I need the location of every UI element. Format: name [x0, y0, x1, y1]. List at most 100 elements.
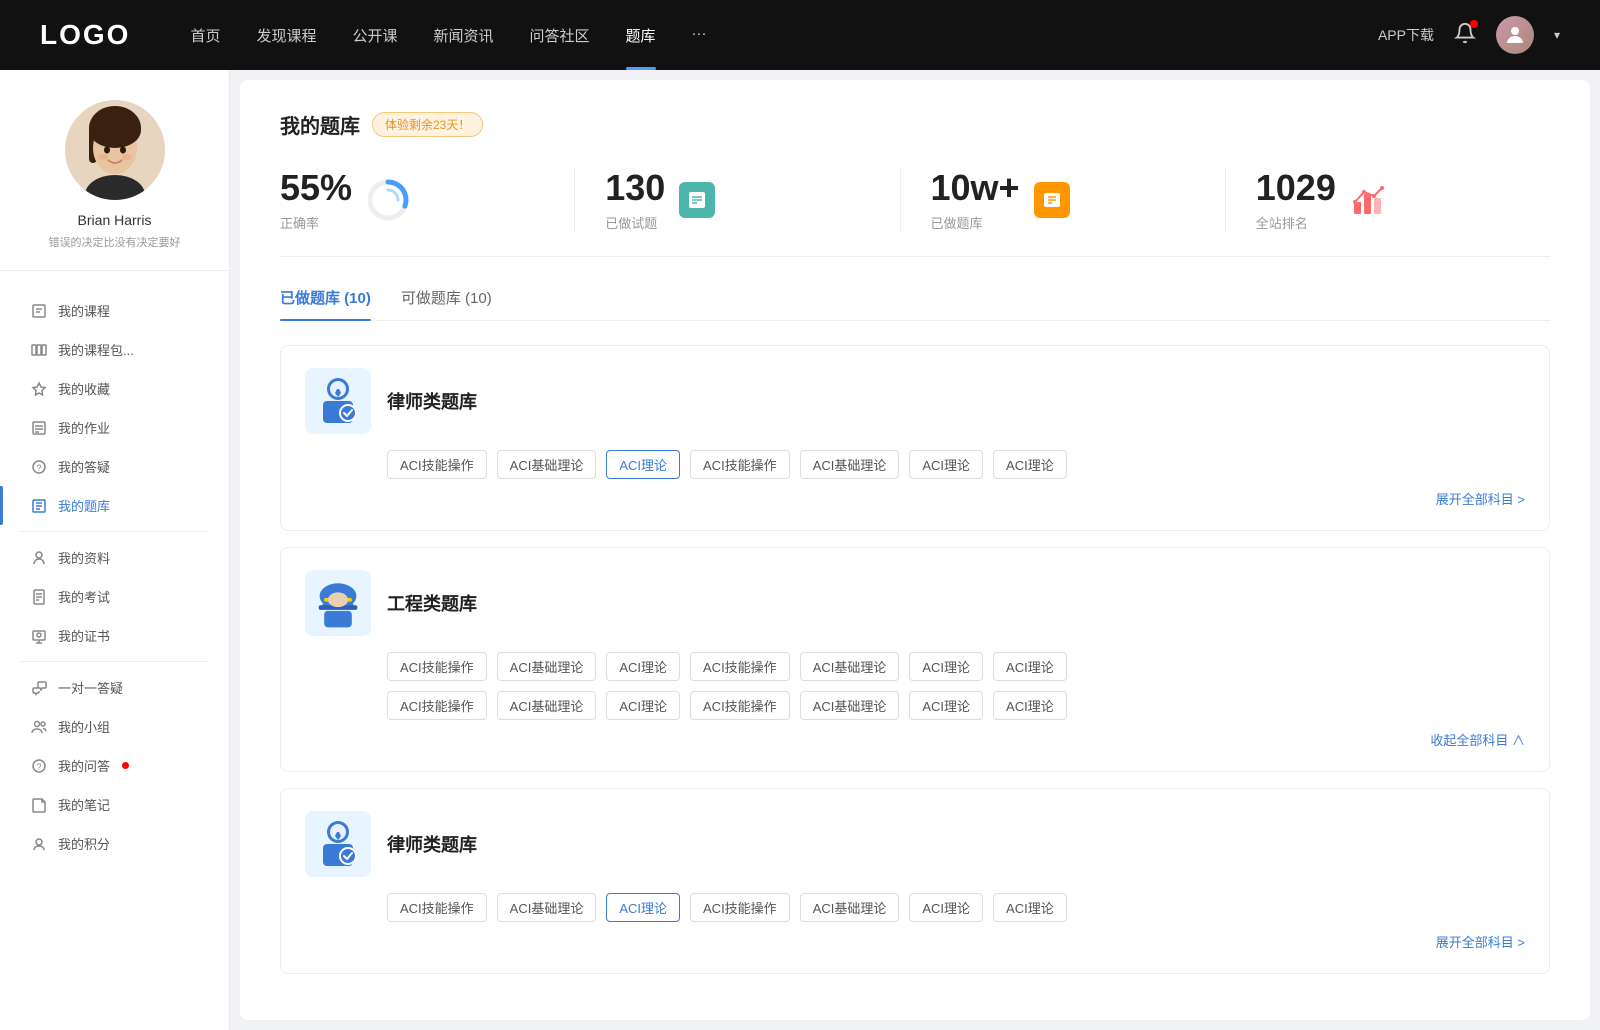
sidebar-item-exams[interactable]: 我的考试 — [0, 577, 229, 616]
bank-card-lawyer-2-title: 律师类题库 — [387, 831, 477, 857]
sidebar-item-questionbank[interactable]: 我的题库 — [0, 486, 229, 525]
lawyer-2-tags-row: ACI技能操作 ACI基础理论 ACI理论 ACI技能操作 ACI基础理论 AC… — [387, 893, 1525, 922]
lawyer-1-tag-4[interactable]: ACI基础理论 — [800, 450, 900, 479]
lawyer-2-tag-5[interactable]: ACI理论 — [909, 893, 983, 922]
sidebar-item-points[interactable]: 我的积分 — [0, 824, 229, 863]
my-answers-icon: ? — [30, 757, 48, 775]
sidebar-menu: 我的课程 我的课程包... 我的收藏 我的作业 — [0, 281, 229, 873]
nav-discover[interactable]: 发现课程 — [256, 25, 316, 46]
stat-ranking-icon — [1350, 182, 1386, 218]
lawyer-2-expand-link[interactable]: 展开全部科目 > — [387, 932, 1525, 951]
lawyer-2-tag-4[interactable]: ACI基础理论 — [800, 893, 900, 922]
courses-icon — [30, 302, 48, 320]
lawyer-2-tag-1[interactable]: ACI基础理论 — [497, 893, 597, 922]
avatar-illustration — [65, 100, 165, 200]
sidebar-divider-2 — [20, 661, 209, 662]
bank-card-engineer-title: 工程类题库 — [387, 590, 477, 616]
bank-card-lawyer-1: 律师类题库 ACI技能操作 ACI基础理论 ACI理论 ACI技能操作 ACI基… — [280, 345, 1550, 531]
engineer-tag-r1-3[interactable]: ACI技能操作 — [690, 652, 790, 681]
lawyer-svg-icon-1 — [315, 375, 361, 427]
engineer-tag-r2-6[interactable]: ACI理论 — [993, 691, 1067, 720]
user-menu-chevron[interactable]: ▾ — [1554, 28, 1560, 42]
homework-icon — [30, 419, 48, 437]
engineer-tag-r2-5[interactable]: ACI理论 — [909, 691, 983, 720]
engineer-tag-r2-0[interactable]: ACI技能操作 — [387, 691, 487, 720]
engineer-tag-r1-4[interactable]: ACI基础理论 — [800, 652, 900, 681]
bank-card-engineer-tags: ACI技能操作 ACI基础理论 ACI理论 ACI技能操作 ACI基础理论 AC… — [387, 652, 1525, 749]
points-label: 我的积分 — [58, 834, 110, 853]
engineer-tag-r2-4[interactable]: ACI基础理论 — [800, 691, 900, 720]
nav-links: 首页 发现课程 公开课 新闻资讯 问答社区 题库 ··· — [190, 25, 1378, 46]
engineer-tag-r2-2[interactable]: ACI理论 — [606, 691, 680, 720]
sidebar-item-group[interactable]: 我的小组 — [0, 707, 229, 746]
bar-chart-icon — [1350, 182, 1386, 218]
group-icon — [30, 718, 48, 736]
engineer-tag-r1-6[interactable]: ACI理论 — [993, 652, 1067, 681]
engineer-tag-r1-0[interactable]: ACI技能操作 — [387, 652, 487, 681]
stat-questions-text: 130 已做试题 — [605, 167, 665, 232]
lawyer-1-tag-5[interactable]: ACI理论 — [909, 450, 983, 479]
engineer-tag-r1-5[interactable]: ACI理论 — [909, 652, 983, 681]
tab-available-banks[interactable]: 可做题库 (10) — [401, 287, 492, 320]
nav-opencourse[interactable]: 公开课 — [352, 25, 397, 46]
nav-home[interactable]: 首页 — [190, 25, 220, 46]
notification-bell[interactable] — [1454, 22, 1476, 49]
lawyer-1-expand-link[interactable]: 展开全部科目 > — [387, 489, 1525, 508]
materials-label: 我的资料 — [58, 548, 110, 567]
nav-questionbank[interactable]: 题库 — [626, 25, 656, 46]
lawyer-1-tags-row: ACI技能操作 ACI基础理论 ACI理论 ACI技能操作 ACI基础理论 AC… — [387, 450, 1525, 479]
lawyer-1-tag-6[interactable]: ACI理论 — [993, 450, 1067, 479]
stat-accuracy-value: 55% — [280, 167, 352, 209]
lawyer-2-tag-3[interactable]: ACI技能操作 — [690, 893, 790, 922]
lawyer-1-tag-0[interactable]: ACI技能操作 — [387, 450, 487, 479]
sidebar-item-my-answers[interactable]: ? 我的问答 — [0, 746, 229, 785]
main-content: 我的题库 体验剩余23天！ 55% 正确率 — [240, 80, 1590, 1020]
sidebar-item-qa[interactable]: ? 我的答疑 — [0, 447, 229, 486]
lawyer-2-tag-0[interactable]: ACI技能操作 — [387, 893, 487, 922]
engineer-tag-r1-2[interactable]: ACI理论 — [606, 652, 680, 681]
sidebar-item-favorites[interactable]: 我的收藏 — [0, 369, 229, 408]
bank-card-engineer: 工程类题库 ACI技能操作 ACI基础理论 ACI理论 ACI技能操作 ACI基… — [280, 547, 1550, 772]
user-avatar[interactable] — [1496, 16, 1534, 54]
stat-accuracy-icon — [366, 178, 410, 222]
sidebar-item-courses[interactable]: 我的课程 — [0, 291, 229, 330]
one-on-one-label: 一对一答疑 — [58, 678, 123, 697]
logo[interactable]: LOGO — [40, 19, 130, 51]
favorites-label: 我的收藏 — [58, 379, 110, 398]
lawyer-1-tag-1[interactable]: ACI基础理论 — [497, 450, 597, 479]
group-label: 我的小组 — [58, 717, 110, 736]
engineer-tag-r2-1[interactable]: ACI基础理论 — [497, 691, 597, 720]
page-title: 我的题库 — [280, 110, 360, 139]
one-on-one-icon — [30, 679, 48, 697]
lawyer-1-tag-2[interactable]: ACI理论 — [606, 450, 680, 479]
sidebar-motto: 错误的决定比没有决定要好 — [49, 234, 181, 250]
sidebar-item-materials[interactable]: 我的资料 — [0, 538, 229, 577]
stat-banks-value: 10w+ — [931, 167, 1020, 209]
page-header: 我的题库 体验剩余23天！ — [280, 110, 1550, 139]
nav-qa[interactable]: 问答社区 — [530, 25, 590, 46]
lawyer-1-tag-3[interactable]: ACI技能操作 — [690, 450, 790, 479]
sidebar-item-homework[interactable]: 我的作业 — [0, 408, 229, 447]
certificate-icon — [30, 627, 48, 645]
tab-done-banks[interactable]: 已做题库 (10) — [280, 287, 371, 320]
engineer-tag-r1-1[interactable]: ACI基础理论 — [497, 652, 597, 681]
sidebar-item-notes[interactable]: 我的笔记 — [0, 785, 229, 824]
stat-banks-icon — [1034, 182, 1070, 218]
stat-banks-text: 10w+ 已做题库 — [931, 167, 1020, 232]
sidebar-item-one-on-one[interactable]: 一对一答疑 — [0, 668, 229, 707]
lawyer-2-tag-2[interactable]: ACI理论 — [606, 893, 680, 922]
stat-banks-done: 10w+ 已做题库 — [901, 167, 1226, 232]
nav-more[interactable]: ··· — [692, 25, 707, 46]
engineer-collapse-link[interactable]: 收起全部科目 ∧ — [387, 730, 1525, 749]
stat-ranking-label: 全站排名 — [1256, 213, 1336, 232]
sidebar-item-coursepack[interactable]: 我的课程包... — [0, 330, 229, 369]
nav-right-actions: APP下载 ▾ — [1378, 16, 1560, 54]
nav-news[interactable]: 新闻资讯 — [434, 25, 494, 46]
engineer-tag-r2-3[interactable]: ACI技能操作 — [690, 691, 790, 720]
notes-label: 我的笔记 — [58, 795, 110, 814]
stat-ranking: 1029 全站排名 — [1226, 167, 1550, 232]
sidebar-item-certificate[interactable]: 我的证书 — [0, 616, 229, 655]
app-download-button[interactable]: APP下载 — [1378, 25, 1434, 45]
lawyer-2-tag-6[interactable]: ACI理论 — [993, 893, 1067, 922]
banks-icon-box — [1034, 182, 1070, 218]
